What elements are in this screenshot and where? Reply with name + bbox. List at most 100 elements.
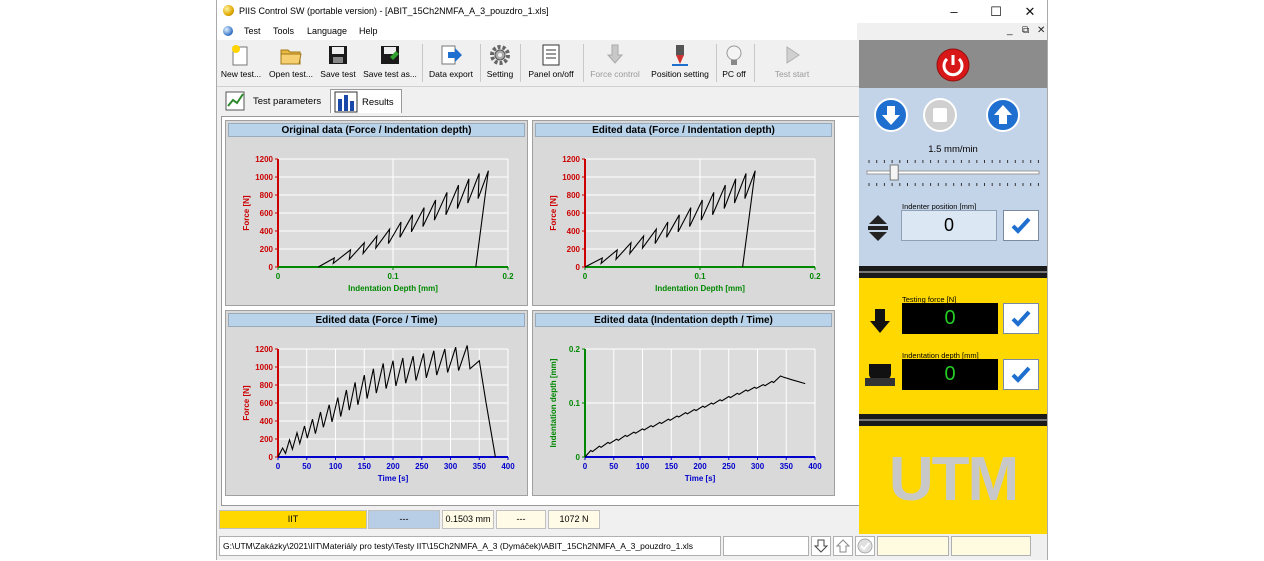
x-tick-label: 50 bbox=[609, 462, 618, 471]
chart-edited-force-time: 0 50 100 150 200 250 300 350 400 0 200 400 600 800 100… bbox=[242, 345, 515, 483]
move-down-fast-button[interactable] bbox=[874, 98, 908, 132]
close-button[interactable]: ✕ bbox=[1013, 0, 1047, 23]
x-tick-label: 100 bbox=[329, 462, 343, 471]
mdi-restore-button[interactable]: ⧉ bbox=[1022, 25, 1029, 36]
y-tick-label: 800 bbox=[260, 381, 274, 390]
test-start-label: Test start bbox=[774, 69, 810, 79]
pc-off-label: PC off bbox=[722, 69, 746, 79]
position-setting-label: Position setting bbox=[651, 69, 709, 79]
save-test-button[interactable]: Save test bbox=[318, 40, 358, 86]
file-path-bar: G:\UTM\Zakázky\2021\IIT\Materiály pro te… bbox=[217, 534, 1047, 558]
x-tick-label: 0.2 bbox=[502, 272, 514, 281]
status-bar: IIT --- 0.1503 mm --- 1072 N bbox=[217, 508, 859, 530]
control-panel: 1.5 mm/min Indenter position [mm] 0 Test… bbox=[859, 40, 1047, 534]
status-slot-4: --- bbox=[496, 510, 546, 529]
indenter-position-confirm-button[interactable] bbox=[1003, 210, 1039, 241]
power-button[interactable] bbox=[936, 48, 970, 82]
y-axis-label: Indentation depth [mm] bbox=[549, 358, 558, 447]
panel-divider bbox=[859, 266, 1047, 278]
status-force: 1072 N bbox=[548, 510, 600, 529]
x-tick-label: 400 bbox=[501, 462, 515, 471]
setting-label: Setting bbox=[486, 69, 514, 79]
minimize-button[interactable]: – bbox=[937, 0, 971, 23]
up-down-arrows-icon bbox=[868, 215, 888, 241]
checkmark-icon bbox=[1011, 217, 1031, 234]
y-tick-label: 400 bbox=[260, 417, 274, 426]
maximize-button[interactable]: ☐ bbox=[979, 0, 1013, 23]
open-test-label: Open test... bbox=[269, 69, 313, 79]
logo-zone: UTM bbox=[859, 426, 1047, 534]
toolbar-separator bbox=[480, 44, 481, 82]
menu-tools[interactable]: Tools bbox=[273, 26, 294, 36]
y-tick-label: 600 bbox=[260, 209, 274, 218]
light-bulb-icon bbox=[726, 45, 742, 65]
tab-test-parameters[interactable]: Test parameters bbox=[221, 89, 327, 113]
speed-slider[interactable] bbox=[865, 160, 1041, 186]
y-tick-label: 1200 bbox=[255, 155, 273, 164]
checkmark-icon bbox=[1011, 310, 1031, 327]
tab-results[interactable]: Results bbox=[330, 89, 402, 113]
chart-edited-force-depth: 0 0.1 0.2 0 200 400 600 800 1000 1200 Indentation … bbox=[549, 155, 821, 293]
panel-divider bbox=[859, 414, 1047, 426]
indentation-depth-confirm-button[interactable] bbox=[1003, 359, 1039, 390]
status-slot-2: --- bbox=[368, 510, 440, 529]
position-setting-button[interactable]: Position setting bbox=[647, 40, 713, 86]
x-tick-label: 0.2 bbox=[809, 272, 821, 281]
menu-language[interactable]: Language bbox=[307, 26, 347, 36]
stop-button[interactable] bbox=[923, 98, 957, 132]
chart-panel-edited-depth-time: Edited data (Indentation depth / Time) 0… bbox=[532, 310, 835, 496]
setting-button[interactable]: Setting bbox=[483, 40, 517, 86]
testing-force-confirm-button[interactable] bbox=[1003, 303, 1039, 334]
check-status-button[interactable] bbox=[855, 536, 875, 556]
x-tick-label: 350 bbox=[473, 462, 487, 471]
move-down-button[interactable] bbox=[811, 536, 831, 556]
y-tick-label: 400 bbox=[567, 227, 581, 236]
y-tick-label: 0 bbox=[269, 453, 274, 462]
save-test-as-label: Save test as... bbox=[363, 69, 417, 79]
pc-off-button[interactable]: PC off bbox=[719, 40, 749, 86]
y-axis-label: Force [N] bbox=[549, 195, 558, 230]
file-path: G:\UTM\Zakázky\2021\IIT\Materiály pro te… bbox=[219, 536, 721, 556]
save-disk-icon bbox=[329, 46, 347, 64]
menu-test[interactable]: Test bbox=[244, 26, 261, 36]
move-up-fast-button[interactable] bbox=[986, 98, 1020, 132]
new-test-button[interactable]: New test... bbox=[219, 40, 263, 86]
tab-test-parameters-label: Test parameters bbox=[253, 96, 322, 107]
status-method: IIT bbox=[219, 510, 367, 529]
x-tick-label: 250 bbox=[415, 462, 429, 471]
move-up-button[interactable] bbox=[833, 536, 853, 556]
x-tick-label: 350 bbox=[780, 462, 794, 471]
play-icon bbox=[786, 46, 800, 64]
power-zone bbox=[859, 40, 1047, 88]
data-export-button[interactable]: Data export bbox=[425, 40, 477, 86]
utm-logo: UTM bbox=[888, 445, 1019, 514]
x-axis-label: Indentation Depth [mm] bbox=[655, 284, 745, 293]
force-control-button[interactable]: Force control bbox=[586, 40, 644, 86]
x-tick-label: 0 bbox=[583, 272, 588, 281]
panel-on-off-button[interactable]: Panel on/off bbox=[523, 40, 579, 86]
mdi-close-button[interactable]: ✕ bbox=[1037, 25, 1045, 36]
save-as-disk-icon bbox=[381, 46, 399, 64]
motion-zone: 1.5 mm/min Indenter position [mm] 0 bbox=[859, 88, 1047, 266]
menu-bar: Test Tools Language Help bbox=[217, 23, 857, 40]
open-test-button[interactable]: Open test... bbox=[267, 40, 315, 86]
test-parameters-icon bbox=[225, 91, 245, 111]
x-tick-label: 300 bbox=[444, 462, 458, 471]
slider-thumb bbox=[889, 164, 899, 181]
force-control-icon bbox=[606, 44, 624, 64]
open-folder-icon bbox=[280, 49, 302, 65]
y-tick-label: 200 bbox=[260, 435, 274, 444]
menu-help[interactable]: Help bbox=[359, 26, 378, 36]
chart-original-force-depth: 0 0.1 0.2 0 200 400 600 800 1000 1200 Indentation … bbox=[242, 155, 514, 293]
app-logo-icon bbox=[223, 5, 234, 16]
testing-force-display: 0 bbox=[902, 303, 998, 334]
test-start-button[interactable]: Test start bbox=[767, 40, 817, 86]
indenter-position-field[interactable]: 0 bbox=[901, 210, 997, 241]
indentation-depth-icon bbox=[865, 364, 895, 386]
save-test-as-button[interactable]: Save test as... bbox=[361, 40, 419, 86]
document-icon[interactable] bbox=[223, 26, 233, 36]
x-tick-label: 300 bbox=[751, 462, 765, 471]
y-tick-label: 0 bbox=[269, 263, 274, 272]
toolbar-separator bbox=[754, 44, 755, 82]
mdi-minimize-button[interactable]: _ bbox=[1007, 25, 1013, 36]
